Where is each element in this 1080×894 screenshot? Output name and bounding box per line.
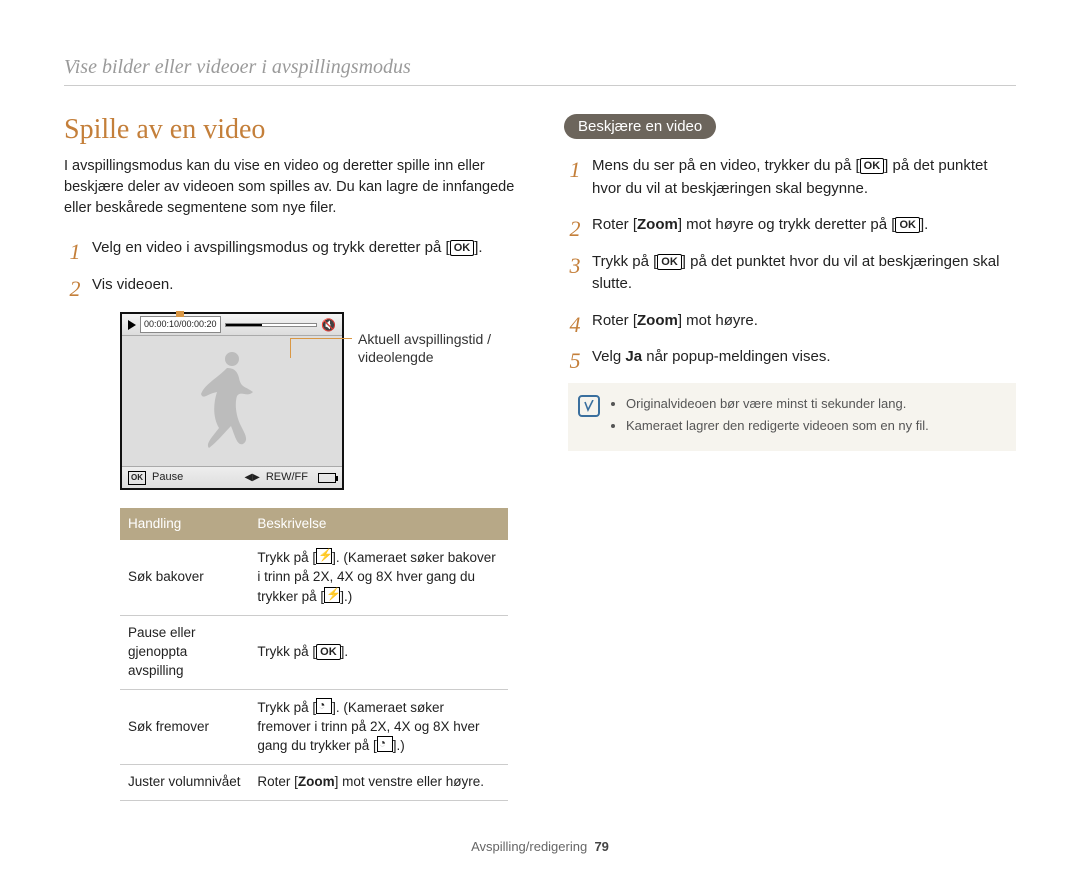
crop-step-2: Roter [Zoom] mot høyre og trykk deretter… bbox=[564, 214, 1016, 237]
cell-desc: Trykk på [OK]. bbox=[249, 615, 508, 689]
th-action: Handling bbox=[120, 508, 249, 540]
battery-icon bbox=[318, 473, 336, 483]
ok-icon: OK bbox=[860, 158, 885, 174]
note-item: Kameraet lagrer den redigerte videoen so… bbox=[626, 417, 1002, 435]
section-title: Spille av en video bbox=[64, 114, 516, 146]
lcd-bottom-bar: OK Pause ◀▶ REW/FF bbox=[122, 466, 342, 488]
cell-action: Søk bakover bbox=[120, 540, 249, 615]
footer-label: Avspilling/redigering bbox=[471, 839, 587, 854]
skater-silhouette bbox=[197, 346, 267, 456]
figure-row: 00:00:10/00:00:20 🔇 OK bbox=[120, 312, 516, 490]
crop-step-1: Mens du ser på en video, trykker du på [… bbox=[564, 155, 1016, 200]
cell-action: Pause eller gjenoppta avspilling bbox=[120, 615, 249, 689]
right-column: Beskjære en video Mens du ser på en vide… bbox=[564, 114, 1016, 815]
th-description: Beskrivelse bbox=[249, 508, 508, 540]
step-1-text-a: Velg en video i avspillingsmodus og tryk… bbox=[92, 239, 450, 256]
lcd-top-bar: 00:00:10/00:00:20 🔇 bbox=[122, 314, 342, 336]
play-icon bbox=[128, 320, 136, 330]
page-number: 79 bbox=[594, 839, 608, 854]
speaker-icon: 🔇 bbox=[321, 316, 336, 334]
cell-action: Søk fremover bbox=[120, 689, 249, 765]
note-item: Originalvideoen bør være minst ti sekund… bbox=[626, 395, 1002, 413]
timer-icon bbox=[316, 698, 332, 714]
note-box: Originalvideoen bør være minst ti sekund… bbox=[568, 383, 1016, 451]
progress-bar bbox=[225, 323, 317, 327]
figure-caption: Aktuell avspillingstid / videolengde bbox=[358, 330, 491, 366]
table-row: Juster volumnivået Roter [Zoom] mot vens… bbox=[120, 765, 508, 801]
crop-steps: Mens du ser på en video, trykker du på [… bbox=[564, 155, 1016, 369]
step-2-text: Vis videoen. bbox=[92, 276, 173, 293]
table-row: Søk fremover Trykk på []. (Kameraet søke… bbox=[120, 689, 508, 765]
step-1-text-b: ]. bbox=[474, 239, 482, 256]
left-column: Spille av en video I avspillingsmodus ka… bbox=[64, 114, 516, 815]
ok-icon: OK bbox=[895, 217, 920, 233]
action-table: Handling Beskrivelse Søk bakover Trykk p… bbox=[120, 508, 508, 801]
flash-icon bbox=[316, 548, 332, 564]
rewff-label: REW/FF bbox=[266, 469, 308, 486]
intro-paragraph: I avspillingsmodus kan du vise en video … bbox=[64, 156, 516, 219]
pause-label: Pause bbox=[152, 469, 183, 486]
lcd-body bbox=[122, 336, 342, 466]
ok-icon: OK bbox=[657, 254, 682, 270]
ok-icon: OK bbox=[450, 240, 475, 256]
crop-step-3: Trykk på [OK] på det punktet hvor du vil… bbox=[564, 251, 1016, 296]
step-2: Vis videoen. 00:00:10/00:00:20 🔇 bbox=[64, 274, 516, 802]
ok-mini-icon: OK bbox=[128, 471, 146, 485]
play-steps: Velg en video i avspillingsmodus og tryk… bbox=[64, 237, 516, 801]
cell-desc: Trykk på []. (Kameraet søker bakover i t… bbox=[249, 540, 508, 615]
cell-desc: Trykk på []. (Kameraet søker fremover i … bbox=[249, 689, 508, 765]
cell-action: Juster volumnivået bbox=[120, 765, 249, 801]
step-1: Velg en video i avspillingsmodus og tryk… bbox=[64, 237, 516, 260]
breadcrumb: Vise bilder eller videoer i avspillingsm… bbox=[64, 56, 1016, 86]
time-counter: 00:00:10/00:00:20 bbox=[140, 316, 221, 334]
flash-icon bbox=[324, 587, 340, 603]
table-row: Pause eller gjenoppta avspilling Trykk p… bbox=[120, 615, 508, 689]
crop-step-4: Roter [Zoom] mot høyre. bbox=[564, 310, 1016, 333]
table-row: Søk bakover Trykk på []. (Kameraet søker… bbox=[120, 540, 508, 615]
page-footer: Avspilling/redigering 79 bbox=[64, 839, 1016, 854]
timer-icon bbox=[377, 736, 393, 752]
ok-icon: OK bbox=[316, 644, 341, 660]
note-icon bbox=[578, 395, 600, 417]
crop-step-5: Velg Ja når popup-meldingen vises. bbox=[564, 346, 1016, 369]
arrows-icon: ◀▶ bbox=[244, 470, 259, 485]
subsection-pill: Beskjære en video bbox=[564, 114, 716, 139]
cell-desc: Roter [Zoom] mot venstre eller høyre. bbox=[249, 765, 508, 801]
